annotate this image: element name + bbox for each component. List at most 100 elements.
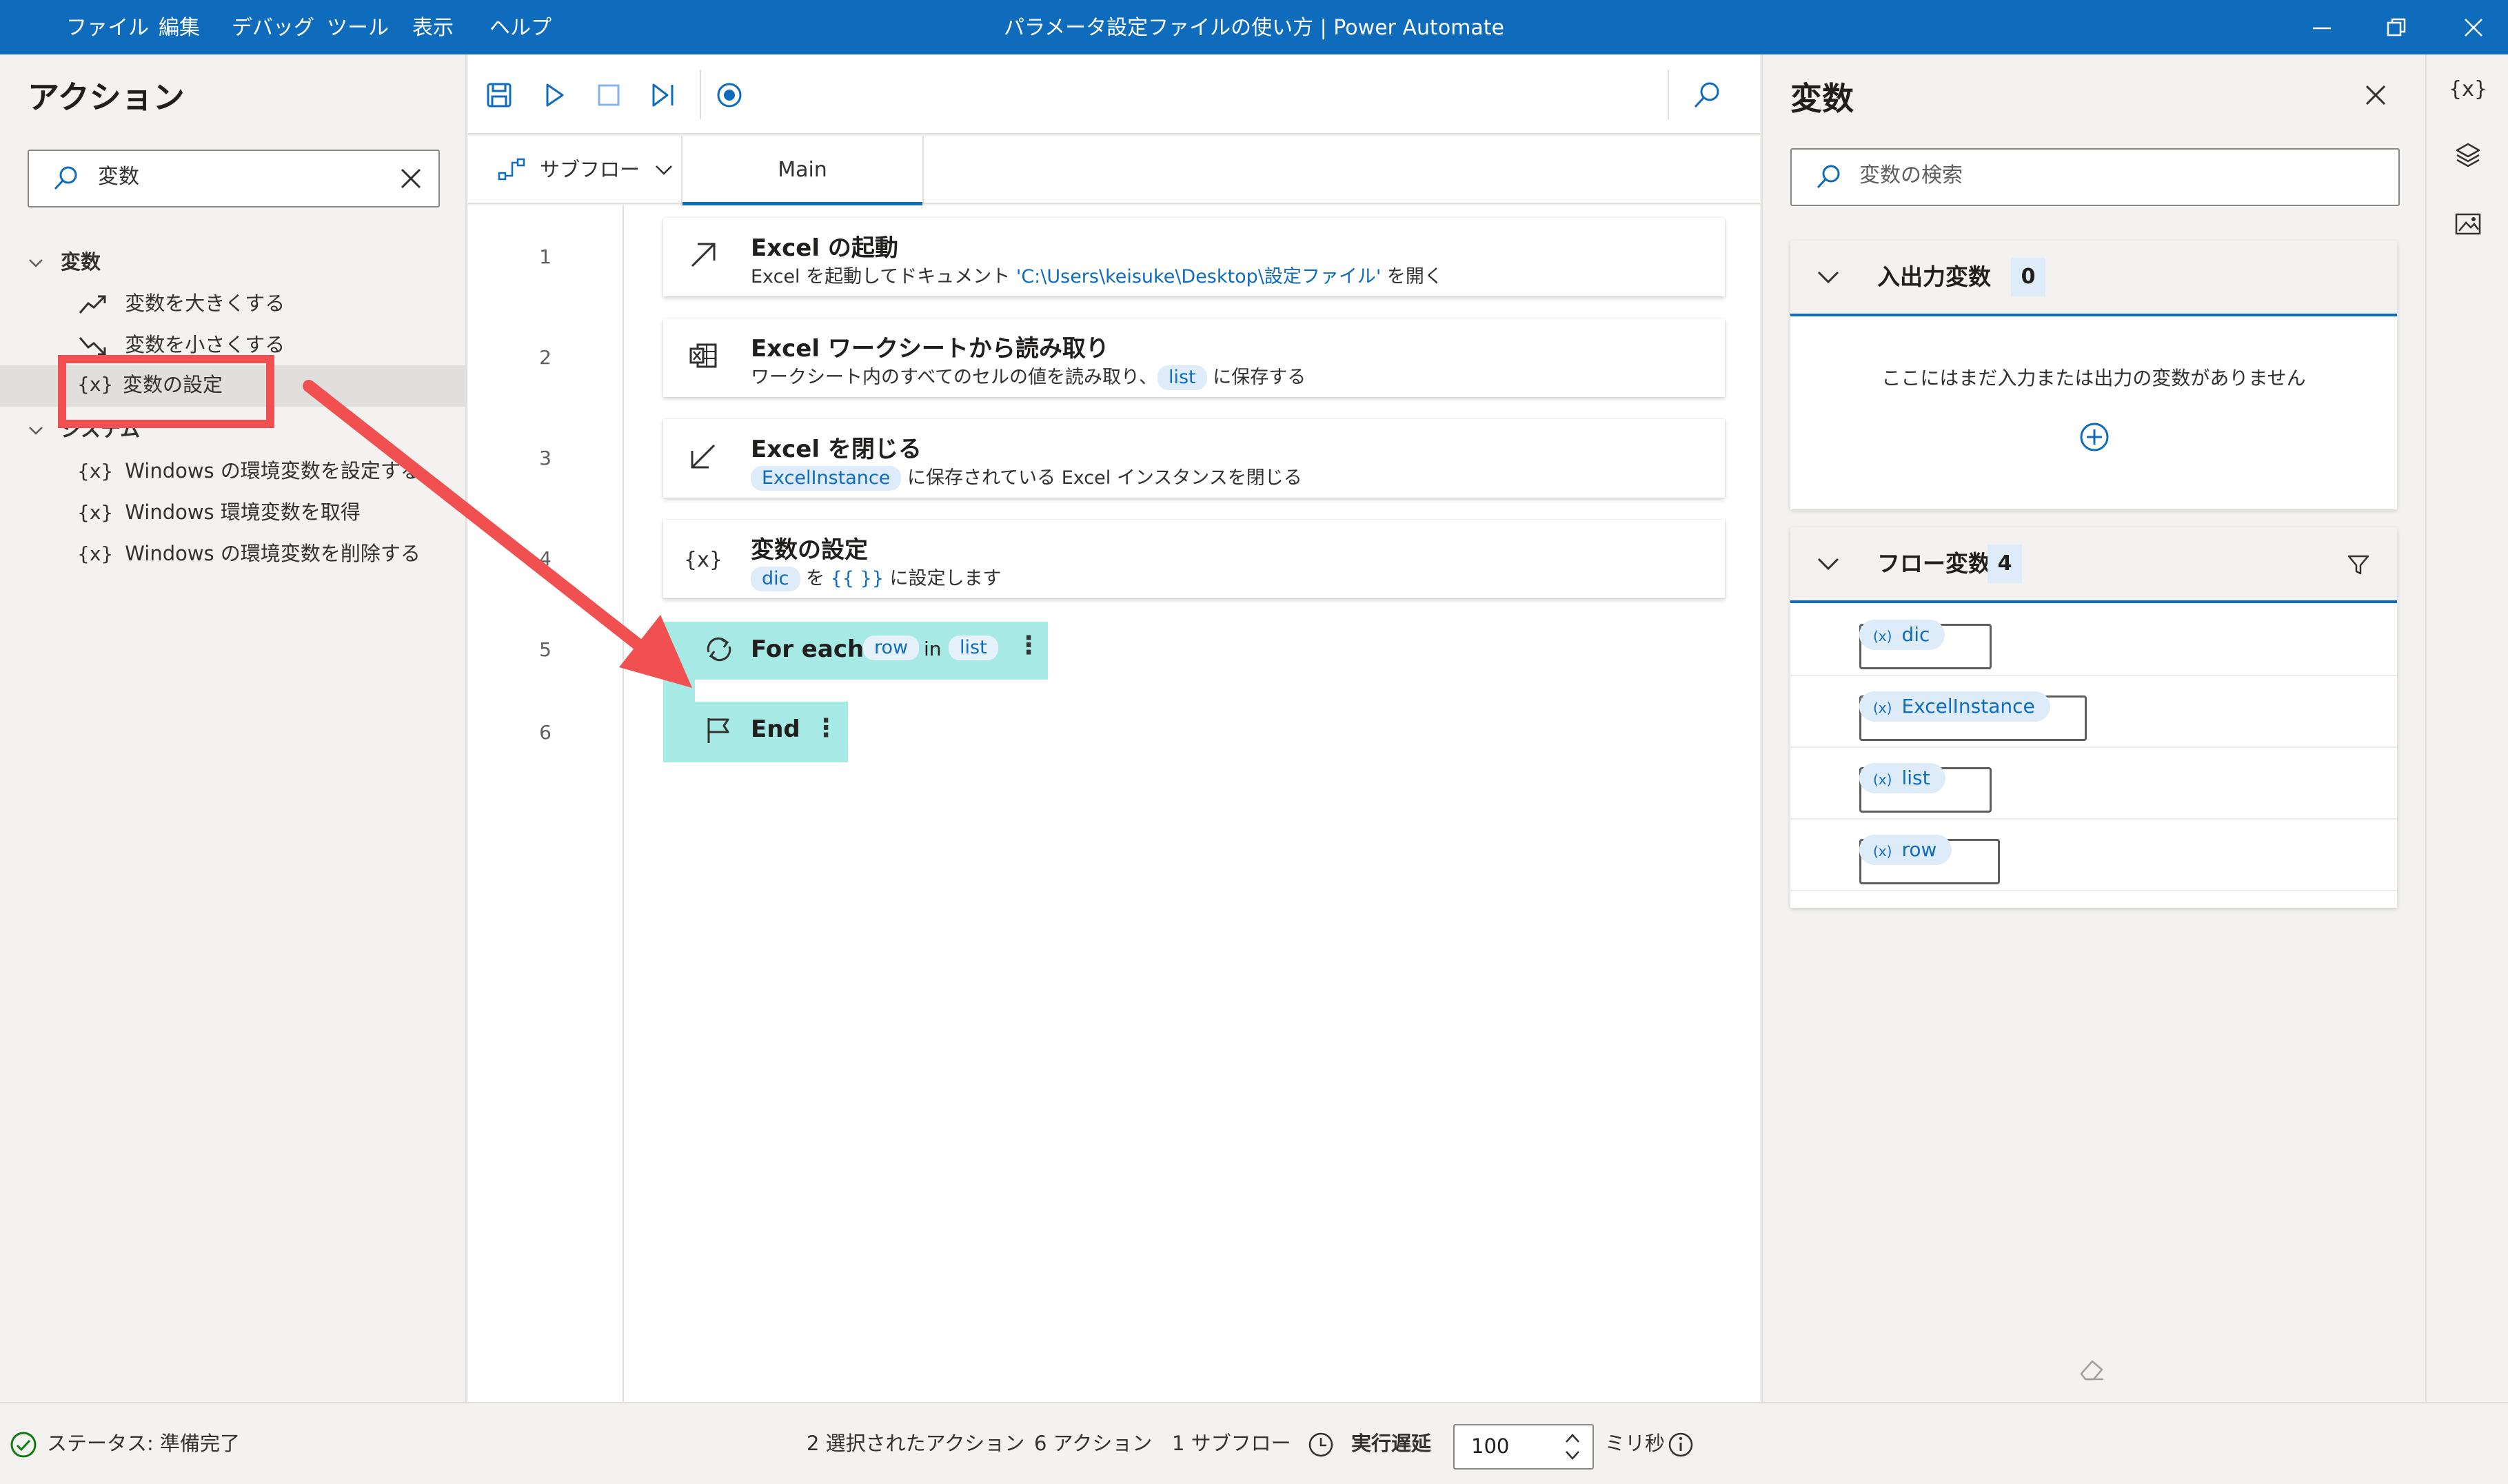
menu-help[interactable]: ヘルプ bbox=[489, 0, 552, 54]
subflow-label: サブフロー bbox=[540, 158, 640, 181]
document-path-link[interactable]: 'C:\Users\keisuke\Desktop\設定ファイル' bbox=[1016, 266, 1381, 287]
play-icon bbox=[546, 83, 564, 107]
step-description: ワークシート内のすべてのセルの値を読み取り、 list に保存する bbox=[751, 362, 1306, 390]
arrow-down-left-icon bbox=[684, 437, 722, 476]
variables-search-input[interactable]: 変数の検索 bbox=[1790, 148, 2400, 206]
step-next-icon bbox=[652, 83, 674, 107]
actions-count: 6 アクション bbox=[1034, 1432, 1153, 1455]
layers-icon bbox=[2456, 143, 2480, 167]
info-icon[interactable] bbox=[1667, 1431, 1695, 1458]
flow-step-launch-excel[interactable]: Excel の起動 Excel を起動してドキュメント 'C:\Users\ke… bbox=[663, 218, 1725, 296]
flow-variables-header[interactable]: フロー変数 4 bbox=[1790, 527, 2397, 603]
actions-panel-title: アクション bbox=[28, 79, 185, 116]
trend-down-icon bbox=[77, 326, 119, 365]
variable-tag[interactable]: list bbox=[949, 636, 998, 660]
run-delay-label: 実行遅延 bbox=[1351, 1432, 1432, 1455]
line-number: 1 bbox=[539, 245, 552, 268]
search-icon bbox=[1817, 165, 1840, 189]
io-variables-header[interactable]: 入出力変数 0 bbox=[1790, 241, 2397, 316]
variable-tag[interactable]: list bbox=[1157, 365, 1207, 390]
flow-variable-row[interactable]: (x) dic bbox=[1790, 603, 2397, 676]
variables-panel-title: 変数 bbox=[1790, 80, 1854, 117]
count-badge: 0 bbox=[2011, 258, 2045, 296]
variable-tag[interactable]: dic bbox=[751, 567, 800, 591]
save-icon bbox=[487, 83, 512, 108]
variable-name: list bbox=[1901, 766, 1930, 789]
menu-debug[interactable]: デバッグ bbox=[232, 0, 314, 54]
tab-main[interactable]: Main bbox=[681, 136, 924, 205]
menu-view[interactable]: 表示 bbox=[412, 0, 454, 54]
step-title: Excel ワークシートから読み取り bbox=[751, 335, 1109, 363]
flow-variables-section: フロー変数 4 (x) dic (x) ExcelInstance (x) list bbox=[1790, 527, 2397, 908]
flow-step-for-each[interactable]: For each row in list ⋮ bbox=[663, 622, 1048, 680]
line-number: 5 bbox=[539, 638, 552, 661]
variable-tag[interactable]: ExcelInstance bbox=[751, 466, 902, 491]
actions-search-input[interactable]: 変数 bbox=[28, 150, 440, 207]
run-button[interactable] bbox=[536, 77, 573, 114]
action-item-increase-variable[interactable]: 変数を大きくする bbox=[77, 284, 285, 323]
step-description: ExcelInstance に保存されている Excel インスタンスを閉じる bbox=[751, 463, 1302, 491]
eraser-icon[interactable] bbox=[2077, 1356, 2107, 1383]
action-item-delete-env-variable[interactable]: {x} Windows の環境変数を削除する bbox=[77, 534, 421, 573]
ui-elements-rail-button[interactable] bbox=[2427, 121, 2508, 190]
variable-tag[interactable]: row bbox=[863, 636, 920, 660]
close-icon[interactable] bbox=[2364, 83, 2387, 107]
status-bar: ステータス: 準備完了 2 選択されたアクション 6 アクション 1 サブフロー… bbox=[0, 1402, 2508, 1483]
io-variables-title: 入出力変数 bbox=[1877, 263, 1991, 290]
clock-icon bbox=[1308, 1432, 1333, 1457]
run-next-action-button[interactable] bbox=[645, 77, 682, 114]
action-item-decrease-variable[interactable]: 変数を小さくする bbox=[77, 325, 285, 364]
flow-step-close-excel[interactable]: Excel を閉じる ExcelInstance に保存されている Excel … bbox=[663, 419, 1725, 498]
trend-up-icon bbox=[77, 285, 119, 323]
variable-icon: {x} bbox=[77, 373, 114, 396]
restore-button[interactable] bbox=[2362, 0, 2431, 54]
line-number: 2 bbox=[539, 346, 552, 369]
step-title: 変数の設定 bbox=[751, 536, 868, 564]
stop-button[interactable] bbox=[590, 77, 627, 114]
save-button[interactable] bbox=[481, 77, 518, 114]
variable-pill: (x) dic bbox=[1859, 620, 1945, 650]
add-variable-icon[interactable] bbox=[2079, 421, 2110, 453]
subflows-dropdown[interactable]: サブフロー bbox=[489, 136, 689, 204]
variable-name: dic bbox=[1901, 623, 1930, 646]
clear-search-icon[interactable] bbox=[400, 167, 422, 190]
minimize-button[interactable] bbox=[2287, 0, 2356, 54]
variables-rail-button[interactable]: {x} bbox=[2427, 54, 2508, 123]
close-icon bbox=[2465, 18, 2482, 37]
spin-arrows-icon[interactable] bbox=[1562, 1430, 1583, 1464]
record-button[interactable] bbox=[711, 77, 748, 114]
step-desc-text: Excel を起動してドキュメント bbox=[751, 266, 1016, 287]
record-icon bbox=[717, 83, 742, 108]
menu-tools[interactable]: ツール bbox=[327, 0, 389, 54]
flow-step-read-worksheet[interactable]: Excel ワークシートから読み取り ワークシート内のすべてのセルの値を読み取り… bbox=[663, 318, 1725, 397]
action-item-set-env-variable[interactable]: {x} Windows の環境変数を設定する bbox=[77, 451, 421, 490]
variable-name: ExcelInstance bbox=[1901, 695, 2035, 718]
close-window-button[interactable] bbox=[2439, 0, 2508, 54]
flow-variable-row[interactable]: (x) ExcelInstance bbox=[1790, 675, 2397, 748]
actions-search-value: 変数 bbox=[98, 165, 139, 189]
for-each-label: For each bbox=[751, 636, 864, 663]
more-options-icon[interactable]: ⋮ bbox=[1016, 631, 1041, 660]
tree-group-label: 変数 bbox=[61, 250, 101, 274]
restore-icon bbox=[2387, 18, 2406, 36]
arrow-up-right-icon bbox=[684, 236, 722, 274]
value-link[interactable]: {{ }} bbox=[831, 568, 884, 589]
action-item-set-variable[interactable]: {x} 変数の設定 bbox=[0, 365, 465, 407]
menu-edit[interactable]: 編集 bbox=[159, 0, 200, 54]
run-delay-input[interactable]: 100 bbox=[1453, 1424, 1594, 1470]
find-button[interactable] bbox=[1688, 77, 1726, 114]
flow-variable-row[interactable]: (x) list bbox=[1790, 746, 2397, 820]
more-options-icon[interactable]: ⋮ bbox=[813, 714, 838, 742]
line-number: 3 bbox=[539, 447, 552, 469]
filter-icon[interactable] bbox=[2346, 552, 2371, 577]
action-item-get-env-variable[interactable]: {x} Windows 環境変数を取得 bbox=[77, 493, 361, 531]
menu-file[interactable]: ファイル bbox=[66, 0, 149, 54]
io-variables-section: 入出力変数 0 ここにはまだ入力または出力の変数がありません bbox=[1790, 241, 2397, 509]
flow-step-set-variable[interactable]: {x} 変数の設定 dic を {{ }} に設定します bbox=[663, 520, 1725, 598]
flow-variable-row[interactable]: (x) row bbox=[1790, 818, 2397, 891]
variable-pill: (x) ExcelInstance bbox=[1859, 691, 2050, 722]
line-number-gutter: 1 2 3 4 5 6 bbox=[468, 205, 624, 1402]
status-ok-icon bbox=[10, 1432, 37, 1458]
images-rail-button[interactable] bbox=[2427, 190, 2508, 258]
flow-step-end[interactable]: End ⋮ bbox=[663, 702, 848, 762]
